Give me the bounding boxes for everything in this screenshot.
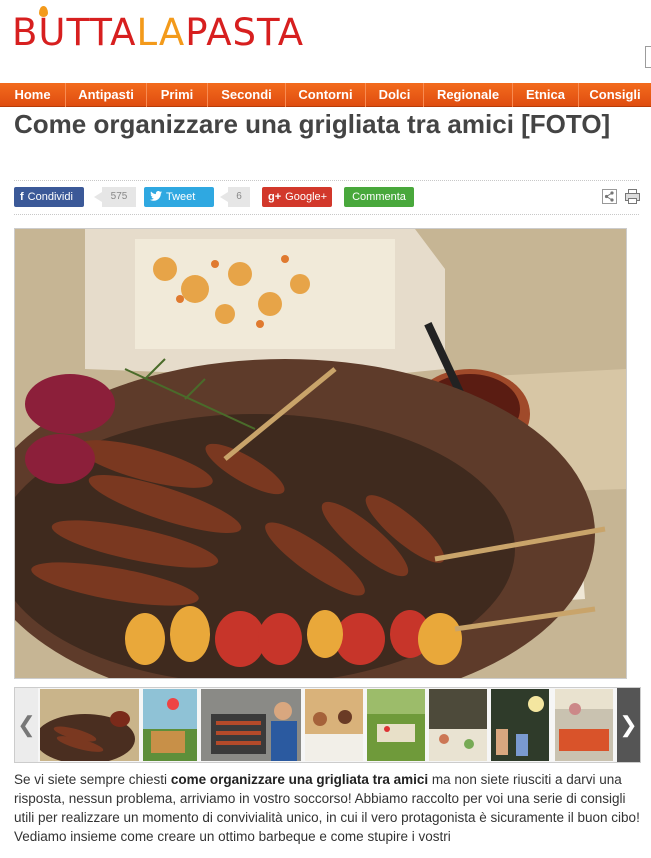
nav-item-secondi[interactable]: Secondi — [208, 83, 286, 107]
chevron-right-icon[interactable]: ❯ — [617, 688, 640, 762]
tweet-label: Tweet — [166, 191, 196, 203]
intro-keyword: come organizzare una grigliata tra amici — [170, 772, 429, 787]
site-header: BUTTALAPASTA — [0, 0, 651, 82]
facebook-share-label: Condividi — [27, 191, 73, 203]
article-title: Come organizzare una grigliata tra amici… — [14, 109, 611, 139]
gallery-main-image[interactable] — [14, 228, 627, 679]
main-nav: Home Antipasti Primi Secondi Contorni Do… — [0, 83, 651, 107]
gallery-thumbnail-strip: ❮ ❯ — [14, 687, 641, 763]
site-logo[interactable]: BUTTALAPASTA — [12, 6, 305, 54]
article-intro: Se vi siete sempre chiesti come organizz… — [14, 770, 640, 846]
intro-text-start: Se vi siete sempre chiesti — [14, 772, 171, 787]
divider — [14, 180, 639, 181]
divider — [14, 214, 639, 215]
googleplus-icon: g+ — [268, 191, 282, 203]
chevron-left-icon[interactable]: ❮ — [15, 688, 38, 762]
nav-item-antipasti[interactable]: Antipasti — [66, 83, 147, 107]
header-search-box[interactable] — [645, 46, 651, 68]
twitter-bird-icon — [150, 187, 162, 207]
nav-item-etnica[interactable]: Etnica — [513, 83, 579, 107]
logo-text-pasta: PASTA — [185, 11, 305, 54]
thumb-barbecue-man[interactable] — [201, 689, 301, 761]
tweet-count: 6 — [220, 187, 250, 207]
nav-item-dolci[interactable]: Dolci — [366, 83, 424, 107]
nav-item-regionale[interactable]: Regionale — [424, 83, 513, 107]
googleplus-button[interactable]: g+ Google+ — [262, 187, 332, 207]
thumb-sausages[interactable] — [40, 689, 139, 761]
print-icon[interactable] — [625, 189, 640, 204]
googleplus-label: Google+ — [285, 191, 328, 203]
comment-button[interactable]: Commenta — [344, 187, 414, 207]
facebook-share-button[interactable]: f Condividi — [14, 187, 84, 207]
logo-text-la: LA — [136, 11, 186, 54]
thumb-outdoor-table[interactable] — [305, 689, 363, 761]
grilled-sausages-photo — [15, 229, 626, 678]
facebook-share-count: 575 — [94, 187, 136, 207]
thumb-buffet[interactable] — [555, 689, 613, 761]
thumb-picnic-basket[interactable] — [143, 689, 197, 761]
nav-item-contorni[interactable]: Contorni — [286, 83, 366, 107]
thumb-evening-party[interactable] — [491, 689, 549, 761]
thumb-party-table[interactable] — [429, 689, 487, 761]
share-icon[interactable] — [602, 189, 617, 204]
flame-icon — [39, 6, 48, 17]
social-bar: f Condividi 575 Tweet 6 g+ Google+ Comment… — [14, 187, 640, 207]
nav-item-primi[interactable]: Primi — [147, 83, 208, 107]
tweet-button[interactable]: Tweet — [144, 187, 214, 207]
facebook-icon: f — [20, 191, 24, 203]
logo-text-butta: BUTTA — [12, 11, 137, 54]
thumb-garden-picnic[interactable] — [367, 689, 425, 761]
nav-item-consigli[interactable]: Consigli — [579, 83, 651, 107]
nav-item-home[interactable]: Home — [0, 83, 66, 107]
